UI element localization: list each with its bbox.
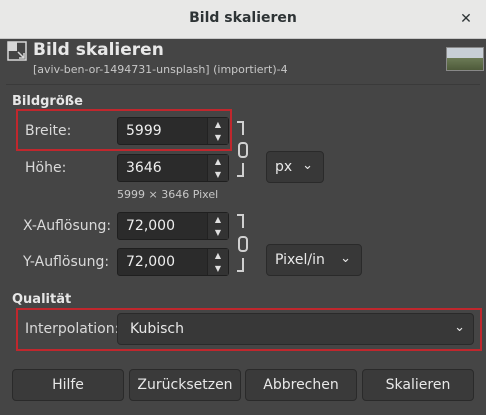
size-unit-select[interactable]: px ⌄ [266,151,324,183]
x-resolution-value: 72,000 [126,218,175,234]
height-increment-icon[interactable]: ▲ [208,155,228,168]
window-title: Bild skalieren [189,10,297,26]
height-stepper: ▲ ▼ [207,155,228,181]
dialog-heading: Bild skalieren [33,40,164,60]
height-decrement-icon[interactable]: ▼ [208,168,228,181]
quality-section-title: Qualität [12,292,72,307]
height-label: Höhe: [25,160,67,176]
close-icon[interactable]: ✕ [456,9,476,29]
image-size-section-title: Bildgröße [12,94,83,109]
height-spinbox[interactable]: 3646 ▲ ▼ [117,154,229,182]
y-resolution-stepper: ▲ ▼ [207,249,228,275]
interpolation-highlight-box [16,308,482,351]
size-chain-bracket-bottom [237,163,244,177]
x-resolution-spinbox[interactable]: 72,000 ▲ ▼ [117,212,229,240]
y-resolution-label: Y-Auflösung: [23,254,110,270]
pixel-dimensions: 5999 × 3646 Pixel [117,188,219,201]
chevron-down-icon: ⌄ [302,158,313,173]
scale-button[interactable]: Skalieren [362,369,474,401]
resolution-unit-select[interactable]: Pixel/in ⌄ [266,244,362,276]
header-separator [6,84,480,85]
y-resolution-increment-icon[interactable]: ▲ [208,249,228,262]
image-thumbnail [446,47,484,71]
resolution-chain-link-icon[interactable] [238,236,248,252]
scale-image-icon [7,41,27,61]
size-chain-bracket-top [237,121,244,135]
help-button[interactable]: Hilfe [12,369,124,401]
resolution-unit-value: Pixel/in [275,252,325,268]
size-chain-link-icon[interactable] [238,142,248,158]
width-highlight-box [16,109,232,151]
x-resolution-label: X-Auflösung: [23,218,112,234]
y-resolution-spinbox[interactable]: 72,000 ▲ ▼ [117,248,229,276]
y-resolution-value: 72,000 [126,254,175,270]
titlebar: Bild skalieren ✕ [0,0,486,39]
cancel-button[interactable]: Abbrechen [245,369,357,401]
chevron-down-icon: ⌄ [340,251,351,266]
image-name: [aviv-ben-or-1494731-unsplash] (importie… [33,63,288,76]
height-value: 3646 [126,160,162,176]
reset-button[interactable]: Zurücksetzen [129,369,241,401]
y-resolution-decrement-icon[interactable]: ▼ [208,262,228,275]
x-resolution-stepper: ▲ ▼ [207,213,228,239]
resolution-chain-bracket-bottom [237,258,244,272]
scale-image-dialog: Bild skalieren ✕ Bild skalieren [aviv-be… [0,0,486,415]
size-unit-value: px [275,159,293,175]
x-resolution-increment-icon[interactable]: ▲ [208,213,228,226]
resolution-chain-bracket-top [237,214,244,228]
x-resolution-decrement-icon[interactable]: ▼ [208,226,228,239]
